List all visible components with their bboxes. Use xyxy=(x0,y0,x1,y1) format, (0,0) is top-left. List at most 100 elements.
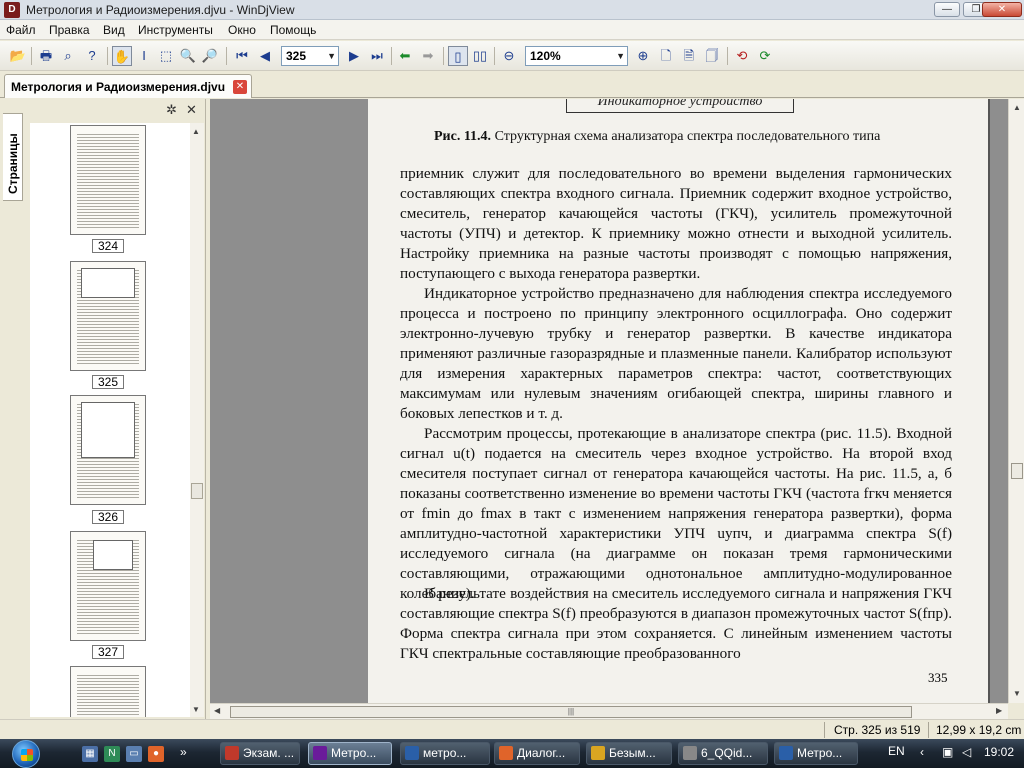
task-button-6[interactable]: 6_QQid... xyxy=(678,742,768,765)
task-label: метро... xyxy=(423,746,467,760)
back-icon[interactable]: ⬅ xyxy=(395,46,415,66)
facing-pages-icon[interactable]: ▯▯ xyxy=(470,46,490,66)
language-indicator[interactable]: EN xyxy=(888,744,905,758)
paragraph-2: Индикаторное устройство предназначено дл… xyxy=(400,285,952,422)
status-page-size: 12,99 x 19,2 cm xyxy=(936,723,1022,737)
firefox-icon[interactable]: ● xyxy=(148,746,164,762)
close-icon[interactable]: ✕ xyxy=(186,102,197,118)
forward-icon[interactable]: ➡ xyxy=(418,46,438,66)
menu-help[interactable]: Помощь xyxy=(270,23,316,37)
tab-pages-label: Страницы xyxy=(6,133,20,194)
thumbnail-324[interactable] xyxy=(70,125,146,235)
scroll-right-icon[interactable]: ▶ xyxy=(996,706,1002,715)
start-button[interactable] xyxy=(2,739,66,768)
window-title: Метрология и Радиоизмерения.djvu - WinDj… xyxy=(26,3,295,17)
caption-text: Структурная схема анализатора спектра по… xyxy=(491,129,881,144)
zoom-in-icon[interactable]: ⊕ xyxy=(633,46,653,66)
show-desktop-icon[interactable]: ▦ xyxy=(82,746,98,762)
zoom-combo[interactable]: 120% ▼ xyxy=(525,46,628,66)
status-bar: Стр. 325 из 519 12,99 x 19,2 cm xyxy=(0,719,1024,739)
clock[interactable]: 19:02 xyxy=(984,745,1014,759)
sidebar-scroll-thumb[interactable] xyxy=(191,483,203,499)
status-page-info: Стр. 325 из 519 xyxy=(834,723,921,737)
find-icon[interactable]: ⌕ xyxy=(58,46,78,66)
tray-expand-icon[interactable]: ‹ xyxy=(920,745,924,759)
chevron-down-icon[interactable]: ▼ xyxy=(616,47,625,65)
vertical-scrollbar[interactable]: ▲ ▼ xyxy=(1008,99,1024,703)
scroll-down-icon[interactable]: ▼ xyxy=(1013,689,1021,698)
scroll-up-icon[interactable]: ▲ xyxy=(192,127,200,136)
menu-tools[interactable]: Инструменты xyxy=(138,23,213,37)
zoom-rect-icon[interactable]: 🔎 xyxy=(200,46,220,66)
thumbnail-label: 325 xyxy=(92,375,124,389)
volume-icon[interactable]: ◁ xyxy=(962,745,971,759)
paragraph-4: В результате воздействия на смеситель ис… xyxy=(400,585,952,662)
thumbnail-327[interactable] xyxy=(70,531,146,641)
task-button-5[interactable]: Безым... xyxy=(586,742,672,765)
menu-bar: Файл Правка Вид Инструменты Окно Помощь xyxy=(0,20,1024,40)
close-icon[interactable]: ✕ xyxy=(233,80,247,94)
tab-document[interactable]: Метрология и Радиоизмерения.djvu ✕ xyxy=(4,74,252,98)
next-page-icon[interactable]: ▶ xyxy=(344,46,364,66)
hand-tool-icon[interactable]: ✋ xyxy=(112,46,132,66)
figure-indicator-block: Индикаторное устройство xyxy=(566,99,794,113)
windows-start-icon[interactable] xyxy=(12,740,40,768)
caption-number: Рис. 11.4. xyxy=(434,129,492,144)
zoom-value: 120% xyxy=(530,49,561,63)
menu-window[interactable]: Окно xyxy=(228,23,256,37)
first-page-icon[interactable]: ⏮ xyxy=(232,46,252,66)
vertical-scroll-thumb[interactable] xyxy=(1011,463,1023,479)
single-page-icon[interactable]: ▯ xyxy=(448,46,468,66)
fit-page-icon[interactable]: 🗋 xyxy=(656,46,676,66)
network-icon[interactable]: ▣ xyxy=(942,745,953,759)
monitor-icon[interactable]: ▭ xyxy=(126,746,142,762)
minimize-button[interactable]: — xyxy=(934,2,960,17)
zoom-icon[interactable]: 🔍 xyxy=(178,46,198,66)
task-button-7[interactable]: Метро... xyxy=(774,742,858,765)
gear-icon[interactable]: ✲ xyxy=(166,102,177,118)
menu-file[interactable]: Файл xyxy=(6,23,36,37)
fit-width-icon[interactable]: 🗎 xyxy=(679,46,699,66)
rect-select-icon[interactable]: ⬚ xyxy=(156,46,176,66)
close-button[interactable]: ✕ xyxy=(982,2,1022,17)
menu-edit[interactable]: Правка xyxy=(49,23,90,37)
rotate-left-icon[interactable]: ⟲ xyxy=(732,46,752,66)
task-button-4[interactable]: Диалог... xyxy=(494,742,580,765)
print-icon[interactable]: 🖶 xyxy=(36,46,56,66)
thumbnail-list[interactable]: 324 325 326 327 xyxy=(30,123,190,717)
help-icon[interactable]: ? xyxy=(82,46,102,66)
page-viewer[interactable]: Индикаторное устройство Рис. 11.4. Струк… xyxy=(210,99,1008,703)
sidebar-header: ✲ ✕ xyxy=(26,99,206,121)
horizontal-scrollbar[interactable]: ◀ ||| ▶ xyxy=(210,703,1008,719)
chevron-down-icon[interactable]: ▼ xyxy=(327,47,336,65)
thumbnail-label: 326 xyxy=(92,510,124,524)
document-page: Индикаторное устройство Рис. 11.4. Струк… xyxy=(368,99,988,703)
prev-page-icon[interactable]: ◀ xyxy=(255,46,275,66)
page-number: 335 xyxy=(928,670,948,685)
open-icon[interactable]: 📂 xyxy=(8,46,28,66)
thumbnail-label: 324 xyxy=(92,239,124,253)
zoom-out-icon[interactable]: ⊖ xyxy=(499,46,519,66)
scroll-up-icon[interactable]: ▲ xyxy=(1013,103,1021,112)
rotate-right-icon[interactable]: ⟳ xyxy=(755,46,775,66)
text-select-icon[interactable]: I xyxy=(134,46,154,66)
task-button-3[interactable]: метро... xyxy=(400,742,490,765)
task-label: Диалог... xyxy=(517,746,566,760)
task-button-2[interactable]: Метро... xyxy=(308,742,392,765)
horizontal-scroll-thumb[interactable]: ||| xyxy=(230,706,912,718)
scroll-down-icon[interactable]: ▼ xyxy=(192,705,200,714)
menu-view[interactable]: Вид xyxy=(103,23,125,37)
thumbnail-328[interactable] xyxy=(70,666,146,717)
actual-size-icon[interactable]: 🗍 xyxy=(702,46,722,66)
sidebar-scrollbar[interactable]: ▲ ▼ xyxy=(190,123,204,717)
last-page-icon[interactable]: ⏭ xyxy=(367,46,387,66)
quicklaunch-more[interactable]: » xyxy=(180,745,187,759)
page-number-combo[interactable]: 325 ▼ xyxy=(281,46,339,66)
thumbnail-326[interactable] xyxy=(70,395,146,505)
figure-caption: Рис. 11.4. Структурная схема анализатора… xyxy=(434,129,954,145)
scroll-left-icon[interactable]: ◀ xyxy=(214,706,220,715)
thumbnail-325[interactable] xyxy=(70,261,146,371)
app-n-icon[interactable]: N xyxy=(104,746,120,762)
tab-pages[interactable]: Страницы xyxy=(3,113,23,201)
task-button-1[interactable]: Экзам. ... xyxy=(220,742,300,765)
